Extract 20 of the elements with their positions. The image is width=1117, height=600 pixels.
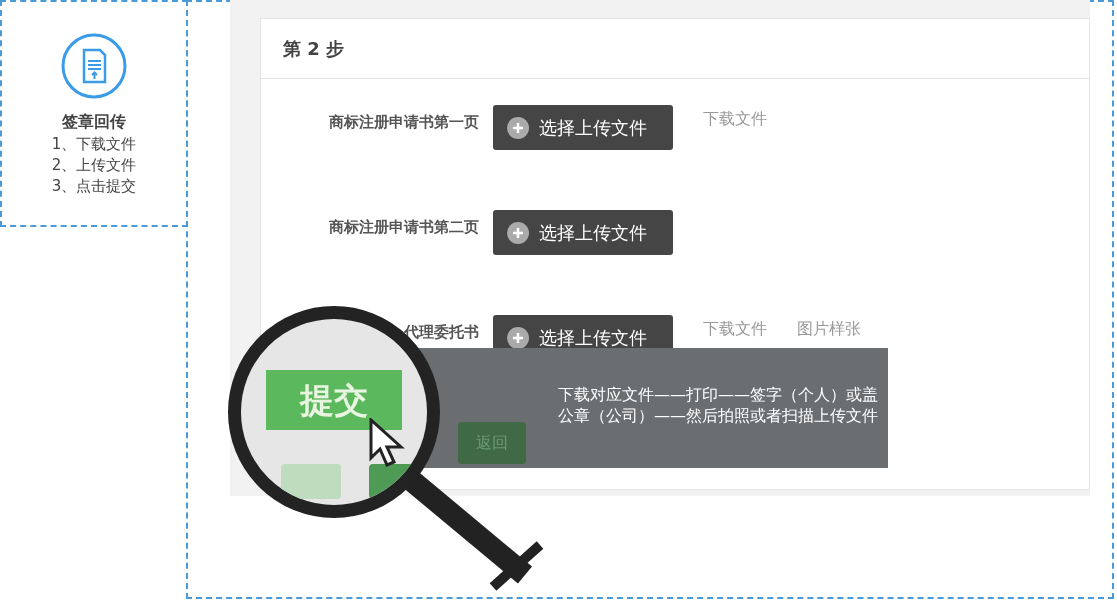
step-header: 第 2 步	[283, 37, 345, 61]
text-link[interactable]: 下载文件	[703, 105, 767, 131]
step-item: 1、下载文件	[51, 134, 137, 155]
step-title: 签章回传	[62, 111, 126, 133]
tip-text: 公章（公司）——然后拍照或者扫描上传文件	[558, 405, 878, 426]
plus-icon	[507, 116, 529, 139]
plus-icon	[507, 221, 529, 244]
step-item: 3、点击提交	[51, 176, 137, 197]
plus-icon	[507, 326, 529, 349]
field-label: 商标注册申请书第一页	[328, 112, 480, 133]
upload-document-icon	[60, 32, 128, 100]
field-label: 商标注册申请书第二页	[328, 217, 480, 238]
submit-button[interactable]: 提交	[266, 370, 402, 430]
step-item: 2、上传文件	[51, 155, 137, 176]
upload-button[interactable]: 选择上传文件	[493, 210, 673, 255]
text-link[interactable]: 图片样张	[797, 315, 861, 341]
upload-button[interactable]: 选择上传文件	[493, 105, 673, 150]
cursor-icon	[369, 418, 407, 470]
text-link[interactable]: 下载文件	[703, 315, 767, 341]
tip-text: 下载对应文件——打印——签字（个人）或盖	[558, 384, 878, 405]
